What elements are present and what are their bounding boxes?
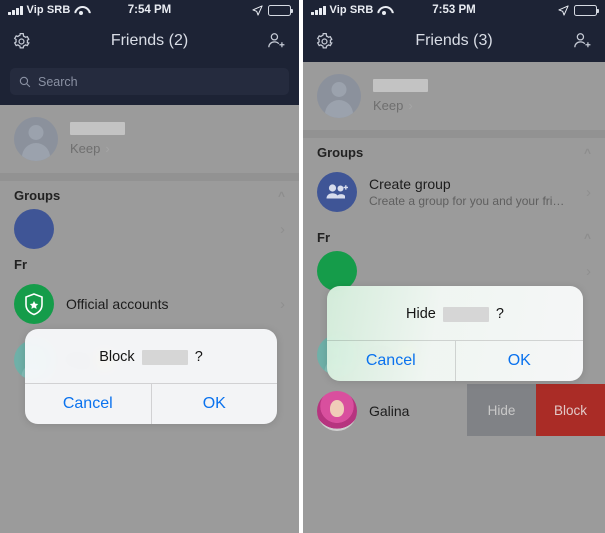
page-title: Friends (3) [415,32,493,49]
row-label: Create group [369,176,451,192]
hide-confirm-dialog: Hide ? Cancel OK [327,286,583,381]
section-title: Fr [14,257,27,272]
status-clock: 7:53 PM [432,4,476,16]
dialog-actions: Cancel OK [327,340,583,381]
group-add-glyph [326,184,348,199]
section-header-friends[interactable]: Fr ^ [303,220,605,249]
status-bar: Vip SRB 7:54 PM [0,0,299,20]
section-title: Groups [317,145,364,160]
add-person-icon[interactable] [266,31,287,51]
avatar [14,117,58,161]
group-add-icon [317,172,357,212]
profile-meta: Keep › [70,122,125,156]
page-title: Friends (2) [110,32,189,49]
redacted-contact-name [442,306,489,322]
status-bar: Vip SRB 7:53 PM [303,0,605,20]
my-profile-row[interactable]: Keep › [303,62,605,130]
status-clock: 7:54 PM [127,4,172,16]
list-row[interactable]: › [0,207,299,257]
keep-link[interactable]: Keep › [373,98,428,113]
row-subtitle: Create a group for you and your fri… [369,194,565,208]
dialog-suffix: ? [495,306,504,322]
screenshot-stage: Vip SRB 7:54 PM Friends (2) Search Keep … [0,0,605,533]
phone-screen-left: Vip SRB 7:54 PM Friends (2) Search Keep … [0,0,299,533]
add-person-icon[interactable] [572,31,593,51]
keep-link[interactable]: Keep › [70,141,125,156]
row-text: Official accounts [66,296,168,312]
redacted-contact-name [141,349,188,365]
search-input[interactable]: Search [10,68,289,95]
search-icon [19,76,31,87]
section-divider [303,130,605,138]
dialog-message: Block ? [25,329,277,383]
avatar [317,74,361,118]
gear-icon[interactable] [315,32,334,51]
chevron-right-icon: › [280,295,285,313]
row-text: Create group Create a group for you and … [369,176,564,208]
chevron-right-icon: › [586,262,591,280]
chevron-right-icon: › [408,98,413,113]
chevron-up-icon: ^ [583,145,591,160]
section-header-groups[interactable]: Groups ^ [303,138,605,164]
keep-label: Keep [70,141,101,156]
dialog-verb: Block [99,349,135,365]
chevron-up-icon: ^ [277,188,285,203]
row-text: Galina [369,403,409,419]
row-label: Official accounts [66,296,169,312]
dialog-actions: Cancel OK [25,383,277,424]
redacted-name [70,122,125,135]
chevron-right-icon: › [280,220,285,238]
block-confirm-dialog: Block ? Cancel OK [25,329,277,424]
gear-icon[interactable] [12,32,31,51]
chevron-right-icon: › [105,141,110,156]
profile-meta: Keep › [373,79,428,113]
chevron-up-icon: ^ [583,230,591,245]
search-container: Search [0,62,299,105]
section-title: Fr [317,230,330,245]
group-row-obscured: › [0,207,299,255]
row-label: Galina [369,403,410,419]
dialog-verb: Hide [406,306,436,322]
ok-button[interactable]: OK [150,384,278,424]
nav-bar: Friends (2) [0,20,299,62]
shield-icon [317,251,357,291]
nav-bar: Friends (3) [303,20,605,62]
friends-list-right: Keep › Groups ^ Create group Create a gr… [303,62,605,533]
search-placeholder: Search [38,74,78,89]
table-row[interactable]: Official accounts › [0,276,299,332]
shield-glyph [25,293,43,316]
my-profile-row[interactable]: Keep › [0,105,299,173]
dialog-suffix: ? [194,349,203,365]
battery-icon [574,4,599,16]
battery-icon [268,4,293,16]
group-add-icon [14,209,54,249]
section-divider [0,173,299,181]
dialog-message: Hide ? [327,286,583,340]
shield-icon [14,284,54,324]
cancel-button[interactable]: Cancel [25,384,151,424]
friends-list-left: Keep › Groups ^ › Fr Official accounts ›… [0,105,299,533]
section-header-friends[interactable]: Fr [0,255,299,276]
section-title: Groups [14,188,61,203]
table-row[interactable]: Create group Create a group for you and … [303,164,605,220]
cancel-button[interactable]: Cancel [327,341,455,381]
ok-button[interactable]: OK [454,341,584,381]
avatar [317,391,357,431]
redacted-name [373,79,428,92]
phone-screen-right: Vip SRB 7:53 PM Friends (3) Keep › Group… [303,0,605,533]
section-header-groups[interactable]: Groups ^ [0,181,299,207]
keep-label: Keep [373,98,404,113]
chevron-right-icon: › [586,183,591,201]
table-row[interactable]: Galina [303,383,605,439]
